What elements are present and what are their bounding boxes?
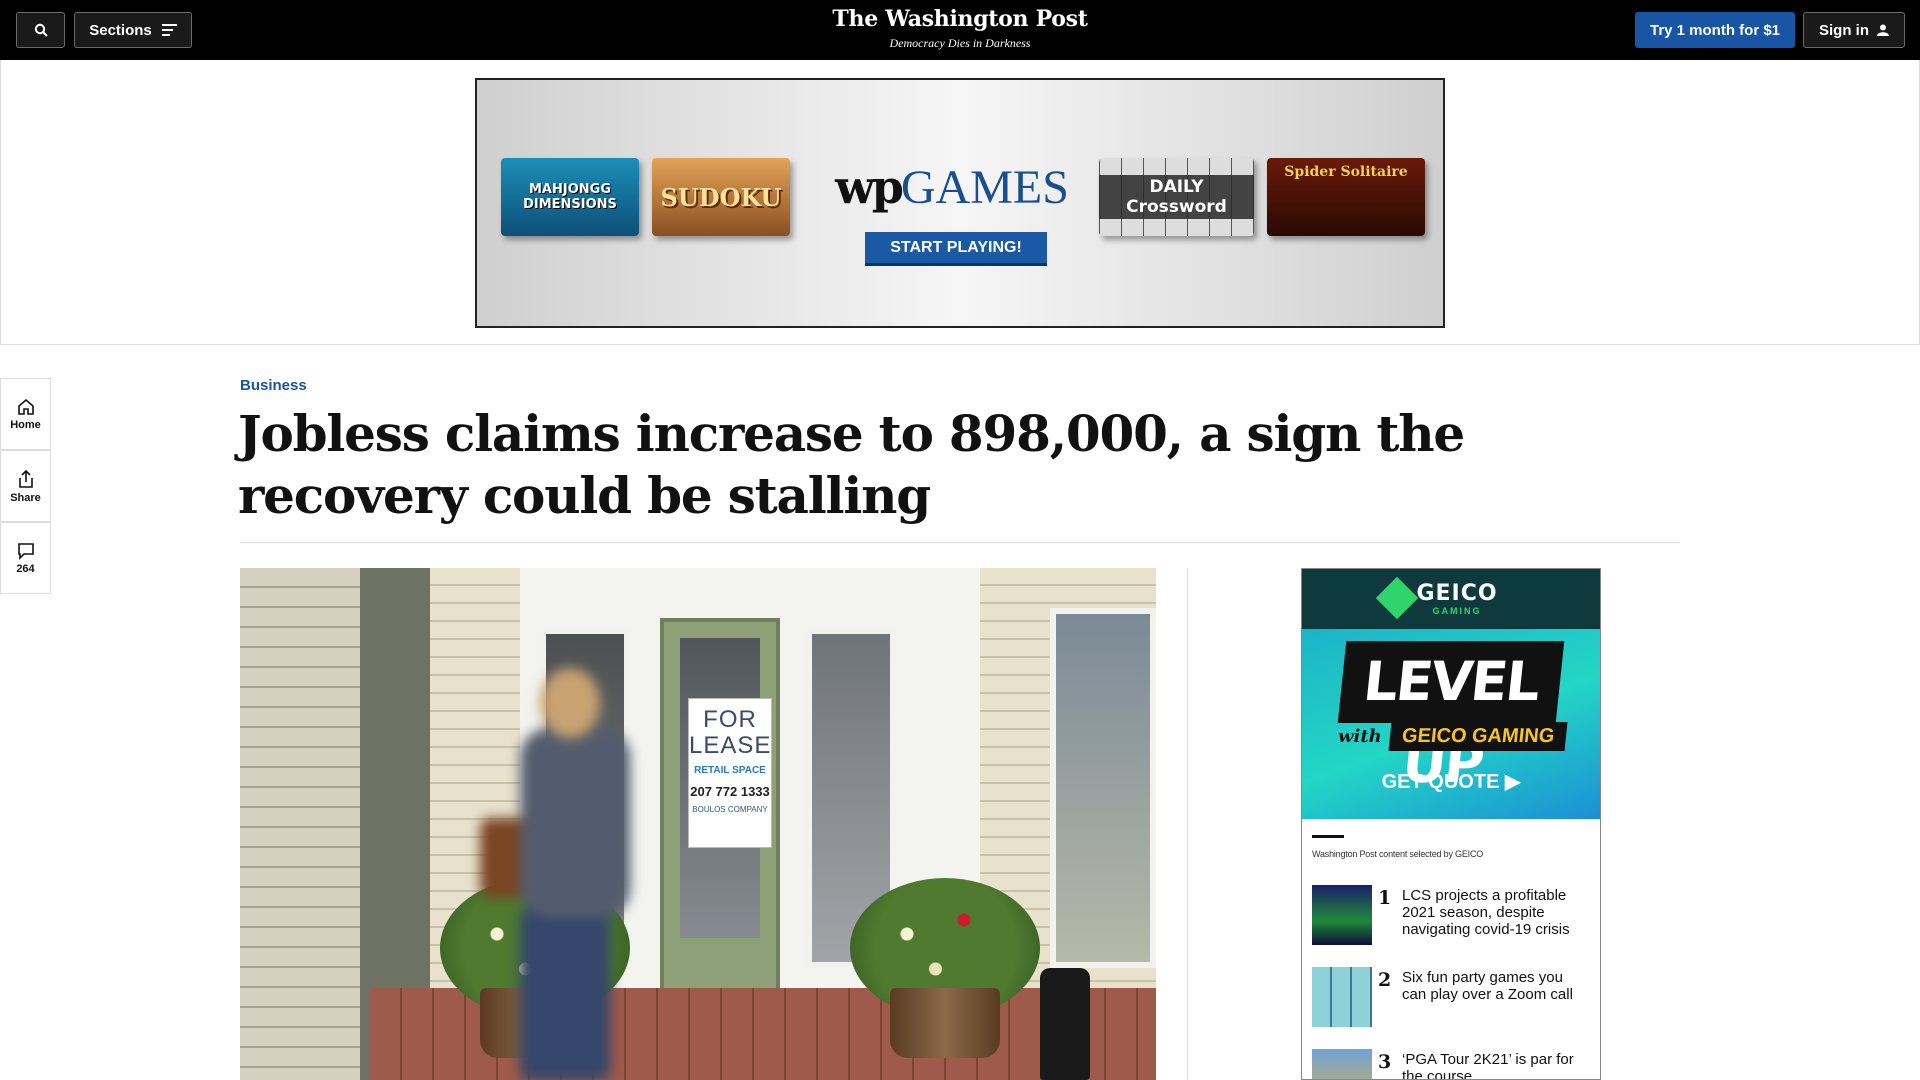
- home-icon: [17, 398, 34, 415]
- rail-home-button[interactable]: Home: [0, 378, 51, 450]
- search-button[interactable]: [16, 12, 65, 48]
- sign-company: BOULOS COMPANY: [692, 805, 768, 814]
- rail-share-button[interactable]: Share: [0, 450, 51, 522]
- sign-in-button[interactable]: Sign in: [1803, 12, 1905, 48]
- tagline: Democracy Dies in Darkness: [889, 36, 1031, 50]
- story-title[interactable]: Six fun party games you can play over a …: [1402, 969, 1582, 1003]
- sponsored-story[interactable]: 2 Six fun party games you can play over …: [1312, 967, 1592, 1029]
- wp-games-logo-wp: wp: [835, 160, 904, 214]
- crossword-tile-label: DAILY Crossword: [1099, 175, 1254, 219]
- sign-phone: 207 772 1333: [690, 784, 770, 799]
- geico-brand: GEICO: [1416, 581, 1498, 606]
- sign-in-label: Sign in: [1819, 21, 1869, 39]
- site-logo[interactable]: The Washington Post: [760, 6, 1160, 32]
- story-title[interactable]: ‘PGA Tour 2K21’ is par for the course: [1402, 1051, 1582, 1079]
- rail-share-label: Share: [10, 491, 41, 504]
- geico-sidebar-ad[interactable]: GEICO GAMING LEVEL UP with GEICO GAMING …: [1301, 568, 1601, 1080]
- crossword-tile[interactable]: DAILY Crossword: [1099, 158, 1254, 236]
- spider-solitaire-tile-label: Spider Solitaire: [1284, 164, 1408, 180]
- start-playing-button[interactable]: START PLAYING!: [865, 232, 1047, 266]
- sign-lease: LEASE: [689, 732, 772, 759]
- storefront-window-far: [1050, 608, 1156, 968]
- headline-divider: [240, 542, 1680, 543]
- wp-games-banner-ad[interactable]: MAHJONGG DIMENSIONS SUDOKU wpGAMES START…: [475, 78, 1445, 328]
- rail-comments-button[interactable]: 264: [0, 522, 51, 594]
- comment-icon: [17, 542, 34, 560]
- search-icon: [34, 23, 48, 37]
- pedestrian-body: [520, 728, 630, 918]
- sponsor-credit: Washington Post content selected by GEIC…: [1312, 849, 1484, 859]
- rail-home-label: Home: [10, 418, 41, 431]
- with-geico-gaming: with GEICO GAMING: [1338, 719, 1568, 753]
- mahjongg-tile[interactable]: MAHJONGG DIMENSIONS: [501, 158, 639, 236]
- story-number: 2: [1378, 969, 1392, 991]
- sponsored-story[interactable]: 3 ‘PGA Tour 2K21’ is par for the course: [1312, 1049, 1592, 1079]
- barrel-pot-right: [890, 988, 1000, 1058]
- geico-brand-sub: GAMING: [1432, 606, 1482, 616]
- sudoku-tile[interactable]: SUDOKU: [652, 158, 790, 236]
- sponsored-story[interactable]: 1 LCS projects a profitable 2021 season,…: [1312, 885, 1592, 947]
- sign-retail: RETAIL SPACE: [694, 765, 766, 776]
- top-navigation-bar: Sections The Washington Post Democracy D…: [0, 0, 1920, 60]
- sudoku-tile-label: SUDOKU: [660, 182, 782, 212]
- story-title[interactable]: LCS projects a profitable 2021 season, d…: [1402, 887, 1582, 938]
- geico-ad-art[interactable]: GEICO GAMING LEVEL UP with GEICO GAMING …: [1302, 569, 1600, 819]
- share-icon: [18, 469, 33, 488]
- get-quote-button[interactable]: GET QUOTE ▶: [1302, 769, 1600, 794]
- rail-comments-count: 264: [16, 562, 35, 575]
- level-up-headline: LEVEL UP: [1337, 641, 1565, 795]
- for-lease-sign: FOR LEASE RETAIL SPACE 207 772 1333 BOUL…: [688, 698, 772, 848]
- story-thumbnail[interactable]: [1312, 1049, 1372, 1079]
- wp-games-logo-games: GAMES: [900, 161, 1069, 214]
- credit-divider: [1312, 835, 1344, 838]
- sign-for: FOR: [703, 706, 757, 733]
- story-thumbnail[interactable]: [1312, 885, 1372, 945]
- sections-menu-button[interactable]: Sections: [74, 12, 192, 48]
- section-kicker[interactable]: Business: [240, 377, 307, 394]
- pedestrian-head: [540, 668, 600, 738]
- story-number: 1: [1378, 887, 1392, 909]
- pedestrian: [480, 668, 650, 1080]
- user-icon: [1877, 24, 1889, 36]
- story-number: 3: [1378, 1051, 1392, 1073]
- menu-icon: [161, 24, 177, 36]
- black-bollard: [1040, 968, 1090, 1080]
- article-headline: Jobless claims increase to 898,000, a si…: [238, 404, 1465, 525]
- geico-gaming-subline: GEICO GAMING: [1388, 721, 1568, 751]
- pedestrian-legs: [520, 908, 610, 1080]
- column-divider: [1187, 568, 1188, 1080]
- wp-games-logo: wpGAMES: [827, 160, 1077, 215]
- spider-solitaire-tile[interactable]: Spider Solitaire: [1267, 158, 1425, 236]
- geico-logo: GEICO GAMING: [1382, 581, 1532, 616]
- sections-label: Sections: [89, 21, 152, 39]
- subscribe-button[interactable]: Try 1 month for $1: [1635, 12, 1795, 48]
- masthead[interactable]: The Washington Post Democracy Dies in Da…: [760, 6, 1160, 51]
- hero-photo[interactable]: FOR LEASE RETAIL SPACE 207 772 1333 BOUL…: [240, 568, 1156, 1080]
- story-thumbnail[interactable]: [1312, 967, 1372, 1027]
- with-word: with: [1338, 725, 1382, 747]
- mahjongg-tile-label: MAHJONGG DIMENSIONS: [523, 182, 617, 212]
